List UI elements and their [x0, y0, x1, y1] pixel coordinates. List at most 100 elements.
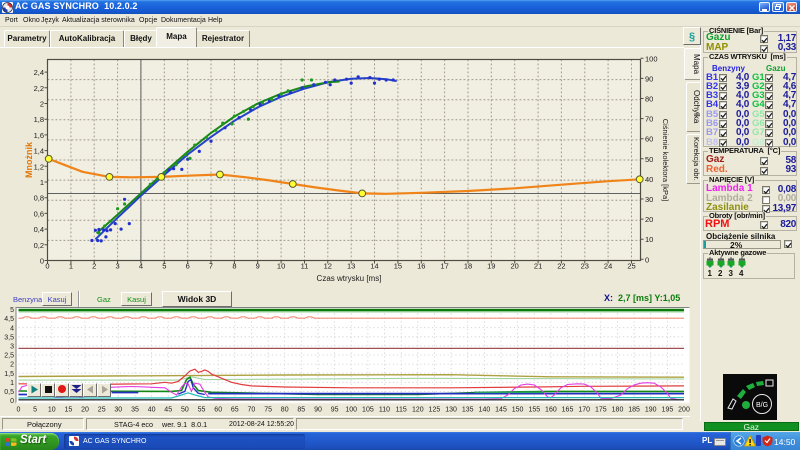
svg-text:1,2: 1,2	[34, 162, 44, 171]
svg-text:35: 35	[131, 407, 139, 414]
svg-text:9: 9	[256, 262, 260, 271]
svg-text:15: 15	[65, 407, 73, 414]
svg-text:5: 5	[10, 307, 14, 314]
svg-text:100: 100	[645, 54, 658, 63]
svg-text:22: 22	[557, 262, 565, 271]
svg-text:80: 80	[645, 95, 653, 104]
svg-text:10: 10	[277, 262, 285, 271]
svg-text:0,6: 0,6	[34, 209, 44, 218]
svg-text:18: 18	[464, 262, 472, 271]
svg-text:70: 70	[645, 115, 653, 124]
svg-text:40: 40	[148, 407, 156, 414]
svg-text:14: 14	[370, 262, 378, 271]
svg-text:3,5: 3,5	[4, 334, 14, 341]
svg-text:90: 90	[314, 407, 322, 414]
svg-text:5: 5	[33, 407, 37, 414]
svg-text:16: 16	[417, 262, 425, 271]
svg-text:25: 25	[98, 407, 106, 414]
svg-text:130: 130	[445, 407, 457, 414]
svg-text:110: 110	[379, 407, 390, 414]
svg-text:20: 20	[645, 215, 653, 224]
svg-text:175: 175	[595, 407, 607, 414]
svg-text:7: 7	[209, 262, 213, 271]
svg-text:13: 13	[347, 262, 355, 271]
svg-text:0: 0	[17, 407, 21, 414]
svg-text:6: 6	[186, 262, 190, 271]
svg-text:160: 160	[545, 407, 557, 414]
svg-text:2: 2	[92, 262, 96, 271]
svg-text:Mnożnik: Mnożnik	[24, 141, 34, 178]
svg-text:4: 4	[10, 325, 14, 332]
svg-text:60: 60	[645, 135, 653, 144]
svg-text:0: 0	[645, 255, 649, 264]
svg-text:11: 11	[301, 262, 309, 271]
svg-text:135: 135	[462, 407, 474, 414]
svg-text:20: 20	[511, 262, 519, 271]
svg-text:190: 190	[645, 407, 657, 414]
svg-text:B/G: B/G	[756, 402, 768, 409]
svg-text:100: 100	[345, 407, 357, 414]
svg-text:1,5: 1,5	[4, 371, 14, 378]
svg-text:2,4: 2,4	[34, 68, 44, 77]
svg-text:5: 5	[162, 262, 166, 271]
svg-text:120: 120	[412, 407, 424, 414]
svg-text:Czas wtrysku [ms]: Czas wtrysku [ms]	[317, 274, 382, 283]
svg-text:21: 21	[534, 262, 542, 271]
svg-text:75: 75	[264, 407, 272, 414]
svg-text:3: 3	[10, 344, 14, 351]
svg-text:23: 23	[581, 262, 589, 271]
svg-text:1,4: 1,4	[34, 147, 44, 156]
svg-text:40: 40	[645, 175, 653, 184]
svg-text:170: 170	[578, 407, 590, 414]
svg-text:4,5: 4,5	[4, 316, 14, 323]
svg-text:155: 155	[528, 407, 540, 414]
svg-text:30: 30	[114, 407, 122, 414]
svg-text:2: 2	[40, 100, 44, 109]
svg-text:195: 195	[662, 407, 674, 414]
svg-text:0,8: 0,8	[34, 194, 44, 203]
svg-text:20: 20	[81, 407, 89, 414]
svg-text:95: 95	[331, 407, 339, 414]
svg-text:90: 90	[645, 74, 653, 83]
svg-text:60: 60	[214, 407, 222, 414]
svg-text:12: 12	[324, 262, 332, 271]
svg-text:45: 45	[164, 407, 172, 414]
svg-text:1,6: 1,6	[34, 131, 44, 140]
svg-text:0,4: 0,4	[34, 225, 44, 234]
svg-text:140: 140	[479, 407, 491, 414]
svg-text:3: 3	[116, 262, 120, 271]
svg-text:1,8: 1,8	[34, 115, 44, 124]
svg-text:4: 4	[139, 262, 143, 271]
svg-text:55: 55	[198, 407, 206, 414]
svg-text:19: 19	[487, 262, 495, 271]
svg-text:185: 185	[628, 407, 640, 414]
svg-text:50: 50	[181, 407, 189, 414]
svg-text:70: 70	[248, 407, 256, 414]
svg-text:0: 0	[40, 257, 44, 266]
svg-text:30: 30	[645, 195, 653, 204]
svg-text:24: 24	[604, 262, 612, 271]
svg-text:50: 50	[645, 155, 653, 164]
svg-text:2: 2	[10, 362, 14, 369]
svg-text:180: 180	[612, 407, 624, 414]
svg-text:0: 0	[45, 262, 49, 271]
svg-text:165: 165	[562, 407, 574, 414]
svg-text:10: 10	[645, 235, 653, 244]
svg-text:0: 0	[10, 398, 14, 405]
svg-text:2,5: 2,5	[4, 353, 14, 360]
svg-text:125: 125	[429, 407, 441, 414]
svg-text:15: 15	[394, 262, 402, 271]
svg-text:10: 10	[48, 407, 56, 414]
svg-text:0,5: 0,5	[4, 389, 14, 396]
svg-text:Ciśnienie kolektora [kPa]: Ciśnienie kolektora [kPa]	[661, 119, 670, 202]
svg-text:25: 25	[627, 262, 635, 271]
svg-text:145: 145	[495, 407, 507, 414]
svg-text:0,2: 0,2	[34, 241, 44, 250]
svg-text:8: 8	[232, 262, 236, 271]
svg-text:150: 150	[512, 407, 524, 414]
svg-text:65: 65	[231, 407, 239, 414]
svg-text:17: 17	[440, 262, 448, 271]
svg-text:1: 1	[69, 262, 73, 271]
svg-text:200: 200	[678, 407, 690, 414]
svg-text:80: 80	[281, 407, 289, 414]
